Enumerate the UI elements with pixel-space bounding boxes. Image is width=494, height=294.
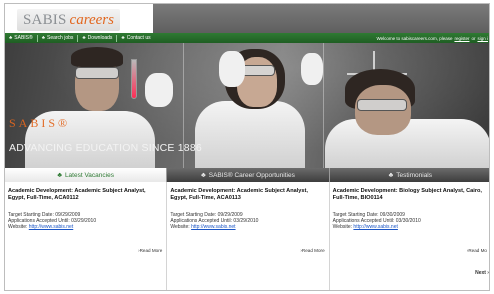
website-label: Website: xyxy=(8,224,28,231)
tree-icon: ♣ xyxy=(57,171,62,179)
tree-icon: ♣ xyxy=(388,171,394,179)
website-row: Website: http://www.sabis.net xyxy=(333,224,487,230)
welcome-text: Welcome to sabiscareers.com, please xyxy=(376,35,453,41)
student-coat xyxy=(325,119,489,168)
hero-divider xyxy=(323,43,324,168)
job-meta: Target Starting Date: 09/30/2009 Applica… xyxy=(333,212,487,231)
nav-item-label: Search jobs xyxy=(46,35,74,41)
site-header: SABIS careers xyxy=(5,4,489,33)
list-item: Academic Development: Academic Subject A… xyxy=(167,182,330,290)
website-row: Website: http://www.sabis.net xyxy=(8,224,162,230)
tree-icon: ♣ xyxy=(9,35,13,41)
tab-testimonials[interactable]: ♣ Testimonials xyxy=(329,168,489,182)
nav-item-label: SABIS® xyxy=(14,35,33,41)
nav-item-downloads[interactable]: ♣ Downloads xyxy=(78,33,116,43)
job-meta: Target Starting Date: 09/29/2009 Applica… xyxy=(170,212,324,231)
sabis-careers-logo[interactable]: SABIS careers xyxy=(17,9,120,31)
tab-career-opportunities[interactable]: ♣ SABIS® Career Opportunities xyxy=(167,168,330,182)
next-link[interactable]: Next › xyxy=(475,270,489,276)
welcome-bar: Welcome to sabiscareers.com, please regi… xyxy=(375,35,490,41)
job-meta: Target Starting Date: 09/29/2009 Applica… xyxy=(8,212,162,231)
logo-text-sabis: SABIS xyxy=(23,11,67,28)
nav-item-label: Downloads xyxy=(87,35,113,41)
job-title[interactable]: Academic Development: Academic Subject A… xyxy=(8,188,162,202)
tree-icon: ♣ xyxy=(201,171,206,179)
read-more-link[interactable]: ›Read More xyxy=(300,248,324,253)
hero-tagline: ADVANCING EDUCATION SINCE 1886 xyxy=(9,142,202,154)
list-item: Academic Development: Biology Subject An… xyxy=(330,182,489,290)
student-goggles xyxy=(75,67,119,79)
website-link[interactable]: http://www.sabis.net xyxy=(353,224,397,230)
job-title[interactable]: Academic Development: Biology Subject An… xyxy=(333,188,487,202)
nav-item-sabis[interactable]: ♣ SABIS® xyxy=(5,33,37,43)
student-hair xyxy=(71,47,123,67)
header-banner xyxy=(153,4,489,33)
tab-label: SABIS® Career Opportunities xyxy=(208,171,295,179)
or-text: or xyxy=(471,35,476,41)
hero-brand: SABIS® xyxy=(9,116,71,130)
content-tabs: ♣ Latest Vacancies ♣ SABIS® Career Oppor… xyxy=(5,168,489,182)
nav-item-label: Contact us xyxy=(126,35,151,41)
read-more-link[interactable]: ›Read More xyxy=(138,248,162,253)
website-link[interactable]: http://www.sabis.net xyxy=(191,224,235,230)
student-glove xyxy=(219,51,245,87)
nav-item-search-jobs[interactable]: ♣ Search jobs xyxy=(38,33,78,43)
read-more-link[interactable]: ›Read Mo xyxy=(467,248,487,253)
student-coat xyxy=(195,101,305,168)
website-row: Website: http://www.sabis.net xyxy=(170,224,324,230)
tab-label: Latest Vacancies xyxy=(64,171,114,179)
website-link[interactable]: http://www.sabis.net xyxy=(29,224,73,230)
logo-text-careers: careers xyxy=(69,11,114,28)
register-link[interactable]: register xyxy=(454,36,469,41)
student-goggles xyxy=(357,99,407,111)
student-glove xyxy=(301,53,323,85)
vacancy-list: Academic Development: Academic Subject A… xyxy=(5,182,489,290)
website-label: Website: xyxy=(332,224,353,231)
student-glove xyxy=(145,73,173,107)
tree-icon: ♣ xyxy=(121,35,125,41)
list-item: Academic Development: Academic Subject A… xyxy=(5,182,168,290)
nav-item-contact-us[interactable]: ♣ Contact us xyxy=(117,33,154,43)
website-label: Website: xyxy=(170,224,190,231)
tree-icon: ♣ xyxy=(82,35,86,41)
sign-in-link[interactable]: sign i xyxy=(477,36,488,41)
job-title[interactable]: Academic Development: Academic Subject A… xyxy=(170,188,324,202)
test-tube xyxy=(131,59,137,99)
hero-banner: SABIS® ADVANCING EDUCATION SINCE 1886 xyxy=(5,43,489,168)
tab-latest-vacancies[interactable]: ♣ Latest Vacancies xyxy=(5,168,168,182)
tree-icon: ♣ xyxy=(41,35,45,41)
browser-page: SABIS careers ♣ SABIS® ♣ Search jobs ♣ D… xyxy=(4,3,490,291)
main-nav: ♣ SABIS® ♣ Search jobs ♣ Downloads ♣ Con… xyxy=(5,33,490,43)
tab-label: Testimonials xyxy=(396,171,432,179)
